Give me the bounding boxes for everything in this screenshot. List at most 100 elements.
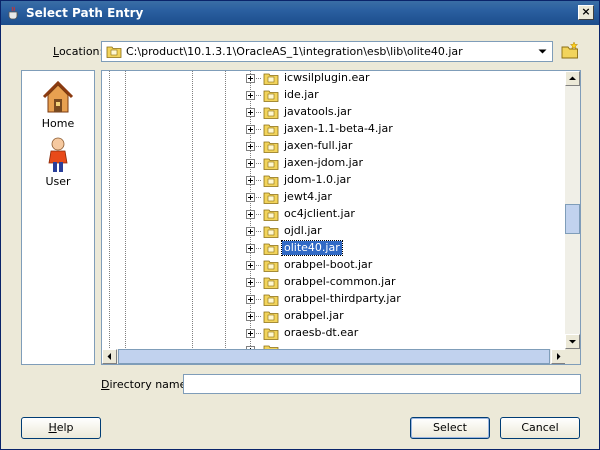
new-folder-icon[interactable] bbox=[560, 41, 580, 61]
tree-row-label: olite40.jar bbox=[281, 240, 343, 256]
expand-toggle-icon[interactable] bbox=[246, 193, 255, 202]
tree-connector bbox=[256, 78, 262, 79]
jar-folder-icon bbox=[263, 141, 279, 153]
tree-connector bbox=[256, 197, 262, 198]
directory-name-label: Directory name: bbox=[101, 378, 190, 391]
tree-horizontal-scrollbar[interactable] bbox=[102, 349, 566, 364]
jar-folder-icon bbox=[263, 175, 279, 187]
expand-toggle-icon[interactable] bbox=[246, 74, 255, 83]
tree-guide-line bbox=[192, 71, 193, 349]
tree-connector bbox=[256, 180, 262, 181]
tree-row-label: oc4jclient.jar bbox=[284, 207, 355, 220]
jar-folder-icon bbox=[263, 192, 279, 204]
tree-row-label: oraesb-dt.ear bbox=[284, 326, 359, 339]
tree-row-label: orabpel.jar bbox=[284, 309, 344, 322]
location-combobox[interactable]: C:\product\10.1.3.1\OracleAS_1\integrati… bbox=[101, 41, 553, 62]
tree-row-label: ide.jar bbox=[284, 88, 319, 101]
tree-guide-line bbox=[125, 71, 126, 349]
tree-row-label: jewt4.jar bbox=[284, 190, 332, 203]
expand-toggle-icon[interactable] bbox=[246, 176, 255, 185]
shortcut-user-label: User bbox=[45, 175, 71, 188]
jar-folder-icon bbox=[263, 294, 279, 306]
expand-toggle-icon[interactable] bbox=[246, 278, 255, 287]
jar-folder-icon bbox=[263, 311, 279, 323]
scroll-up-button[interactable] bbox=[565, 71, 580, 86]
jar-folder-icon bbox=[263, 124, 279, 136]
expand-toggle-icon[interactable] bbox=[246, 91, 255, 100]
tree-row-label: jaxen-jdom.jar bbox=[284, 156, 363, 169]
expand-toggle-icon[interactable] bbox=[246, 142, 255, 151]
jar-folder-icon bbox=[263, 260, 279, 272]
select-button[interactable]: Select bbox=[410, 417, 490, 439]
cancel-button[interactable]: Cancel bbox=[500, 417, 580, 439]
directory-label-rest: irectory name: bbox=[109, 378, 191, 391]
tree-connector bbox=[256, 112, 262, 113]
expand-toggle-icon[interactable] bbox=[246, 312, 255, 321]
tree-row-label: jdom-1.0.jar bbox=[284, 173, 351, 186]
jar-folder-icon bbox=[263, 158, 279, 170]
expand-toggle-icon[interactable] bbox=[246, 295, 255, 304]
jar-folder-icon bbox=[263, 90, 279, 102]
tree-connector bbox=[256, 299, 262, 300]
tree-connector bbox=[256, 129, 262, 130]
jar-folder-icon bbox=[263, 277, 279, 289]
tree-row-label: orabpel-common.jar bbox=[284, 275, 396, 288]
tree-connector bbox=[256, 248, 262, 249]
coffee-cup-icon bbox=[8, 6, 19, 20]
tree-connector bbox=[256, 265, 262, 266]
tree-row-label: orabpel-thirdparty.jar bbox=[284, 292, 401, 305]
close-button[interactable]: × bbox=[578, 5, 594, 20]
title-bar[interactable]: Select Path Entry × bbox=[1, 1, 599, 25]
scroll-down-button[interactable] bbox=[565, 334, 580, 349]
tree-row-label: jaxen-1.1-beta-4.jar bbox=[284, 122, 393, 135]
expand-toggle-icon[interactable] bbox=[246, 261, 255, 270]
chevron-up-icon bbox=[569, 76, 576, 80]
tree-connector bbox=[256, 316, 262, 317]
jar-folder-icon bbox=[263, 328, 279, 340]
expand-toggle-icon[interactable] bbox=[246, 125, 255, 134]
scroll-left-button[interactable] bbox=[102, 349, 117, 364]
shortcut-user[interactable]: User bbox=[22, 135, 94, 188]
help-button[interactable]: Help bbox=[21, 417, 101, 439]
home-icon bbox=[42, 80, 74, 113]
file-tree-viewport: icwsilplugin.ear ide.jar javatools.jar jaxe… bbox=[102, 71, 566, 349]
file-tree[interactable]: icwsilplugin.ear ide.jar javatools.jar jaxe… bbox=[101, 70, 581, 365]
location-label-rest: ocation: bbox=[58, 45, 104, 58]
help-button-label: elp bbox=[56, 421, 74, 434]
close-icon: × bbox=[581, 5, 591, 18]
select-path-dialog: Select Path Entry × Location: C:\product… bbox=[0, 0, 600, 450]
tree-row-label: javatools.jar bbox=[284, 105, 352, 118]
jar-folder-icon bbox=[263, 107, 279, 119]
jar-folder-icon bbox=[263, 73, 279, 85]
shortcut-home[interactable]: Home bbox=[22, 77, 94, 130]
vertical-scroll-thumb[interactable] bbox=[565, 203, 580, 234]
chevron-left-icon bbox=[107, 353, 111, 360]
chevron-down-icon bbox=[569, 340, 576, 344]
expand-toggle-icon[interactable] bbox=[246, 329, 255, 338]
jar-folder-icon bbox=[263, 226, 279, 238]
expand-toggle-icon[interactable] bbox=[246, 244, 255, 253]
tree-connector bbox=[256, 231, 262, 232]
jar-folder-icon bbox=[263, 243, 279, 255]
user-icon bbox=[48, 137, 68, 172]
tree-guide-line bbox=[225, 71, 226, 349]
jar-folder-icon bbox=[106, 46, 122, 58]
chevron-down-icon[interactable] bbox=[535, 44, 550, 59]
jar-folder-icon bbox=[263, 209, 279, 221]
tree-connector bbox=[256, 146, 262, 147]
location-path: C:\product\10.1.3.1\OracleAS_1\integrati… bbox=[126, 45, 463, 58]
expand-toggle-icon[interactable] bbox=[246, 108, 255, 117]
window-title: Select Path Entry bbox=[26, 6, 144, 20]
help-button-mnemonic: H bbox=[48, 421, 57, 434]
horizontal-scroll-thumb[interactable] bbox=[118, 349, 550, 364]
expand-toggle-icon[interactable] bbox=[246, 210, 255, 219]
location-label: Location: bbox=[53, 45, 103, 58]
tree-row-label: orabpel-boot.jar bbox=[284, 258, 373, 271]
tree-vertical-scrollbar[interactable] bbox=[565, 71, 580, 349]
expand-toggle-icon[interactable] bbox=[246, 227, 255, 236]
scroll-right-button[interactable] bbox=[551, 349, 566, 364]
expand-toggle-icon[interactable] bbox=[246, 159, 255, 168]
chevron-right-icon bbox=[557, 353, 561, 360]
tree-guide-line bbox=[109, 71, 110, 349]
directory-name-input[interactable] bbox=[183, 374, 581, 394]
